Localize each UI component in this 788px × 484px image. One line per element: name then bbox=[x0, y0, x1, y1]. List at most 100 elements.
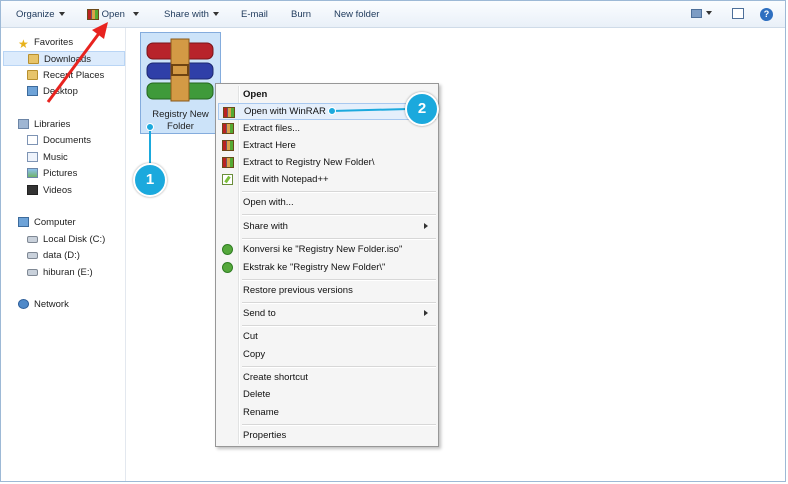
callout-badge-2: 2 bbox=[405, 92, 439, 126]
nav-label: Network bbox=[34, 299, 69, 310]
winrar-icon bbox=[222, 157, 234, 168]
nav-data-drive[interactable]: data (D:) bbox=[27, 248, 80, 263]
menu-item-extract-files[interactable]: Extract files... bbox=[218, 120, 436, 137]
menu-label: Konversi ke "Registry New Folder.iso" bbox=[243, 244, 403, 255]
nav-local-disk[interactable]: Local Disk (C:) bbox=[27, 232, 105, 247]
view-icon bbox=[691, 8, 702, 18]
green-circle-icon bbox=[222, 244, 233, 255]
organize-label: Organize bbox=[16, 9, 55, 20]
chevron-down-icon bbox=[212, 12, 219, 17]
nav-computer[interactable]: Computer bbox=[18, 215, 76, 230]
menu-label: Share with bbox=[243, 221, 288, 232]
menu-item-cut[interactable]: Cut bbox=[218, 328, 436, 345]
submenu-arrow-icon bbox=[424, 223, 428, 229]
menu-item-extract-here[interactable]: Extract Here bbox=[218, 137, 436, 154]
submenu-arrow-icon bbox=[424, 310, 428, 316]
menu-label: Ekstrak ke "Registry New Folder\" bbox=[243, 262, 386, 273]
drive-icon bbox=[27, 235, 38, 243]
menu-separator bbox=[242, 238, 436, 240]
menu-item-send-to[interactable]: Send to bbox=[218, 305, 436, 322]
open-label: Open bbox=[101, 9, 125, 20]
help-button[interactable]: ? bbox=[760, 8, 773, 22]
callout-1-dot bbox=[146, 123, 154, 131]
nav-label: Documents bbox=[43, 135, 92, 146]
nav-network[interactable]: Network bbox=[18, 297, 69, 312]
callout-badge-1: 1 bbox=[133, 163, 167, 197]
menu-item-create-shortcut[interactable]: Create shortcut bbox=[218, 369, 436, 386]
menu-item-ekstrak[interactable]: Ekstrak ke "Registry New Folder\" bbox=[218, 259, 436, 276]
menu-item-open[interactable]: Open bbox=[218, 86, 436, 103]
menu-separator bbox=[242, 214, 436, 216]
open-dropdown-button[interactable] bbox=[129, 8, 139, 22]
open-button[interactable]: Open bbox=[87, 8, 125, 22]
nav-pictures[interactable]: Pictures bbox=[27, 166, 77, 181]
winrar-icon bbox=[222, 123, 234, 134]
winrar-icon bbox=[87, 8, 99, 20]
downloads-folder-icon bbox=[28, 54, 39, 65]
winrar-archive-icon bbox=[146, 38, 214, 102]
computer-icon bbox=[18, 217, 29, 228]
winrar-icon bbox=[222, 140, 234, 151]
libraries-icon bbox=[18, 119, 29, 130]
nav-label: Videos bbox=[43, 185, 72, 196]
file-item-registry-new-folder[interactable]: Registry New Folder bbox=[140, 32, 221, 134]
menu-item-copy[interactable]: Copy bbox=[218, 346, 436, 363]
nav-favorites[interactable]: ★ Favorites bbox=[18, 35, 73, 51]
menu-separator bbox=[242, 191, 436, 193]
email-button[interactable]: E-mail bbox=[241, 8, 268, 22]
preview-pane-icon bbox=[732, 8, 744, 19]
menu-item-extract-to[interactable]: Extract to Registry New Folder\ bbox=[218, 154, 436, 171]
share-with-button[interactable]: Share with bbox=[164, 8, 219, 22]
drive-icon bbox=[27, 268, 38, 276]
menu-item-open-with-winrar[interactable]: Open with WinRAR bbox=[218, 103, 436, 120]
network-icon bbox=[18, 299, 29, 310]
nav-label: Desktop bbox=[43, 86, 78, 97]
menu-separator bbox=[242, 325, 436, 327]
nav-label: data (D:) bbox=[43, 250, 80, 261]
menu-separator bbox=[242, 302, 436, 304]
nav-label: hiburan (E:) bbox=[43, 267, 93, 278]
nav-label: Libraries bbox=[34, 119, 71, 130]
burn-button[interactable]: Burn bbox=[291, 8, 311, 22]
menu-item-edit-notepad[interactable]: Edit with Notepad++ bbox=[218, 171, 436, 188]
change-view-button[interactable] bbox=[691, 8, 712, 22]
menu-item-restore-previous-versions[interactable]: Restore previous versions bbox=[218, 282, 436, 299]
pictures-icon bbox=[27, 168, 38, 179]
chevron-down-icon bbox=[133, 12, 139, 17]
nav-hiburan-drive[interactable]: hiburan (E:) bbox=[27, 265, 93, 280]
nav-videos[interactable]: Videos bbox=[27, 183, 72, 198]
nav-desktop[interactable]: Desktop bbox=[27, 84, 78, 99]
menu-separator bbox=[242, 424, 436, 426]
menu-item-delete[interactable]: Delete bbox=[218, 386, 436, 403]
menu-item-rename[interactable]: Rename bbox=[218, 404, 436, 421]
menu-item-share-with[interactable]: Share with bbox=[218, 218, 436, 235]
menu-label: Edit with Notepad++ bbox=[243, 174, 329, 185]
new-folder-button[interactable]: New folder bbox=[334, 8, 379, 22]
menu-item-open-with[interactable]: Open with... bbox=[218, 194, 436, 211]
share-with-label: Share with bbox=[164, 9, 209, 20]
menu-separator bbox=[242, 279, 436, 281]
winrar-icon bbox=[223, 107, 235, 118]
navigation-pane: ★ Favorites Downloads Recent Places Deskt… bbox=[1, 28, 126, 481]
nav-recent-places[interactable]: Recent Places bbox=[27, 68, 104, 83]
recent-places-icon bbox=[27, 70, 38, 81]
context-menu: Open Open with WinRAR Extract files... E… bbox=[215, 83, 439, 447]
chevron-down-icon bbox=[706, 11, 712, 16]
nav-documents[interactable]: Documents bbox=[27, 133, 91, 148]
nav-label: Downloads bbox=[44, 54, 91, 65]
nav-label: Pictures bbox=[43, 168, 78, 179]
menu-label: Extract files... bbox=[243, 123, 301, 134]
menu-item-konversi[interactable]: Konversi ke "Registry New Folder.iso" bbox=[218, 241, 436, 258]
nav-music[interactable]: Music bbox=[27, 150, 68, 165]
command-bar: Organize Open Share with E-mail Burn New… bbox=[1, 1, 785, 28]
menu-item-properties[interactable]: Properties bbox=[218, 427, 436, 444]
preview-pane-button[interactable] bbox=[732, 8, 744, 22]
nav-downloads[interactable]: Downloads bbox=[3, 51, 125, 66]
nav-label: Local Disk (C:) bbox=[43, 234, 106, 245]
nav-label: Music bbox=[43, 152, 68, 163]
music-icon bbox=[27, 152, 38, 163]
callout-2-dot bbox=[328, 107, 336, 115]
chevron-down-icon bbox=[58, 12, 65, 17]
organize-button[interactable]: Organize bbox=[16, 8, 65, 22]
nav-libraries[interactable]: Libraries bbox=[18, 117, 70, 132]
